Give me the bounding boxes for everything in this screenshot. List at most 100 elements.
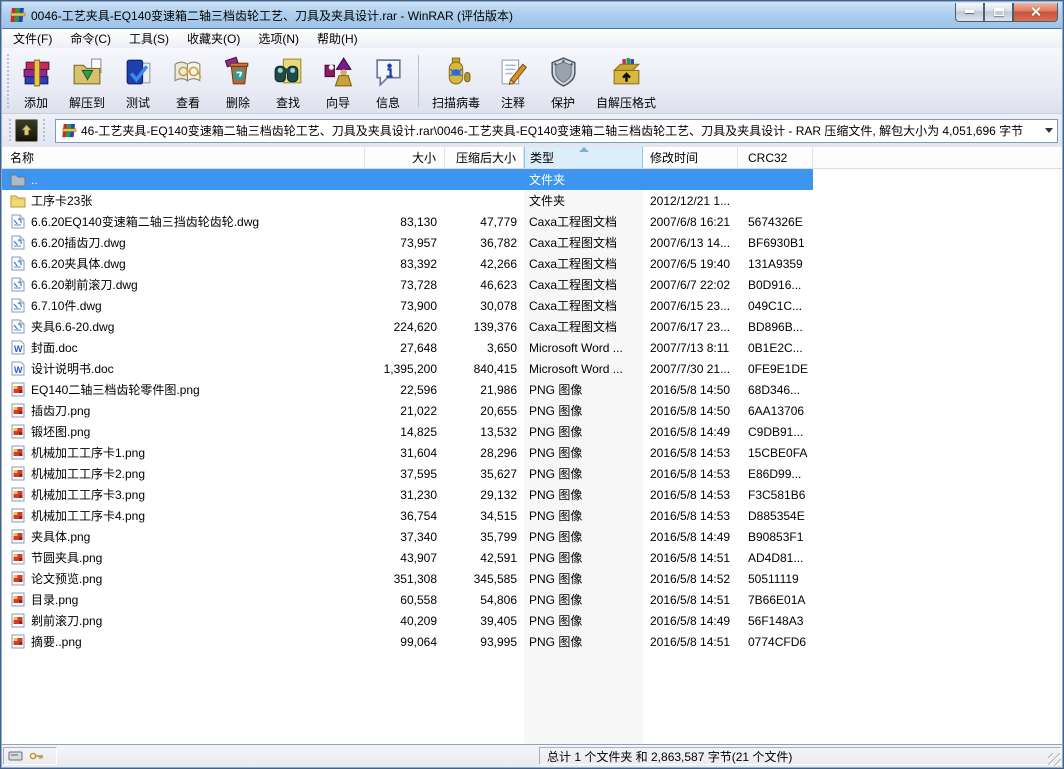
cell-crc: 5674326E — [738, 211, 813, 232]
cell-name: 目录.png — [2, 589, 365, 610]
type-text: PNG 图像 — [529, 593, 583, 607]
cell-name: 6.6.20剃前滚刀.dwg — [2, 274, 365, 295]
sfx-icon — [610, 56, 643, 92]
menu-item-2[interactable]: 命令(C) — [61, 28, 120, 49]
size-text: 43,907 — [400, 550, 437, 565]
table-row[interactable]: EQ140二轴三档齿轮零件图.png 22,596 21,986 PNG 图像 2016… — [2, 379, 813, 400]
column-header-label: 压缩后大小 — [455, 151, 516, 165]
cell-size — [365, 169, 445, 190]
modified-text: 2016/5/8 14:53 — [650, 466, 731, 481]
toolbar-button-9[interactable]: 扫描病毒 — [424, 51, 488, 114]
type-text: PNG 图像 — [529, 551, 583, 565]
cell-type: PNG 图像 — [524, 421, 643, 442]
menu-item-4[interactable]: 收藏夹(O) — [178, 28, 249, 49]
column-header-5[interactable]: 修改时间 — [643, 147, 738, 168]
title-bar[interactable]: 0046-工艺夹具-EQ140变速箱二轴三档齿轮工艺、刀具及夹具设计.rar -… — [2, 2, 1062, 29]
table-row[interactable]: .. 文件夹 — [2, 169, 813, 190]
toolbar-button-4[interactable]: 查看 — [163, 51, 213, 114]
column-header-3[interactable]: 压缩后大小 — [445, 147, 524, 168]
toolbar-button-6[interactable]: 查找 — [263, 51, 313, 114]
toolbar-button-1[interactable]: 添加 — [11, 51, 61, 114]
toolbar-button-2[interactable]: 解压到 — [61, 51, 113, 114]
cell-crc: 131A9359 — [738, 253, 813, 274]
toolbar-button-5[interactable]: 删除 — [213, 51, 263, 114]
table-row[interactable]: 节圆夹具.png 43,907 42,591 PNG 图像 2016/5/8 14:51… — [2, 547, 813, 568]
cell-type: PNG 图像 — [524, 400, 643, 421]
table-row[interactable]: 工序卡23张 文件夹 2012/12/21 1... — [2, 190, 813, 211]
toolbar-grip[interactable] — [5, 54, 10, 108]
column-header-row: 名称 大小 压缩后大小 类型 修改时间 CRC32 — [2, 147, 1062, 169]
toolbar-button-10[interactable]: 注释 — [488, 51, 538, 114]
table-row[interactable]: 论文预览.png 351,308 345,585 PNG 图像 2016/5/8 14:… — [2, 568, 813, 589]
address-grip2[interactable] — [41, 118, 46, 143]
disk-icon[interactable] — [8, 750, 23, 762]
archive-path-combobox[interactable]: 46-工艺夹具-EQ140变速箱二轴三档齿轮工艺、刀具及夹具设计.rar\004… — [55, 118, 1058, 143]
table-row[interactable]: 机械加工工序卡1.png 31,604 28,296 PNG 图像 2016/5/8 1… — [2, 442, 813, 463]
menu-item-1[interactable]: 文件(F) — [4, 28, 61, 49]
table-row[interactable]: 夹具6.6-20.dwg 224,620 139,376 Caxa工程图文档 2007/… — [2, 316, 813, 337]
table-row[interactable]: 摘要..png 99,064 93,995 PNG 图像 2016/5/8 14:51 0… — [2, 631, 813, 652]
cell-modified: 2012/12/21 1... — [643, 190, 738, 211]
resize-grip[interactable] — [1048, 753, 1061, 766]
packed-text: 21,986 — [480, 382, 517, 397]
toolbar-button-3[interactable]: 测试 — [113, 51, 163, 114]
menu-item-3[interactable]: 工具(S) — [120, 28, 178, 49]
modified-text: 2016/5/8 14:52 — [650, 571, 731, 586]
table-row[interactable]: W 封面.doc 27,648 3,650 Microsoft Word ... 2007… — [2, 337, 813, 358]
crc-text: 131A9359 — [748, 256, 803, 271]
up-one-level-button[interactable] — [15, 119, 38, 142]
cell-modified: 2016/5/8 14:49 — [643, 610, 738, 631]
close-button[interactable] — [1013, 2, 1058, 22]
table-row[interactable]: 6.6.20夹具体.dwg 83,392 42,266 Caxa工程图文档 2007/6… — [2, 253, 813, 274]
table-row[interactable]: 机械加工工序卡4.png 36,754 34,515 PNG 图像 2016/5/8 1… — [2, 505, 813, 526]
column-header-6[interactable]: CRC32 — [738, 147, 813, 168]
key-icon[interactable] — [29, 750, 45, 762]
cell-type: Microsoft Word ... — [524, 358, 643, 379]
table-row[interactable]: 机械加工工序卡2.png 37,595 35,627 PNG 图像 2016/5/8 1… — [2, 463, 813, 484]
cell-packed — [445, 190, 524, 211]
column-header-1[interactable]: 名称 — [2, 147, 365, 168]
cell-type: PNG 图像 — [524, 547, 643, 568]
table-row[interactable]: 6.6.20剃前滚刀.dwg 73,728 46,623 Caxa工程图文档 2007/… — [2, 274, 813, 295]
cell-type: Microsoft Word ... — [524, 337, 643, 358]
cell-name: 夹具体.png — [2, 526, 365, 547]
menu-item-6[interactable]: 帮助(H) — [308, 28, 367, 49]
cell-size: 40,209 — [365, 610, 445, 631]
minimize-button[interactable] — [955, 2, 984, 22]
size-text: 40,209 — [400, 613, 437, 628]
toolbar-button-8[interactable]: 信息 — [363, 51, 413, 114]
size-text: 351,308 — [393, 571, 437, 586]
maximize-button[interactable] — [984, 2, 1013, 22]
table-row[interactable]: 6.7.10件.dwg 73,900 30,078 Caxa工程图文档 2007/6/1… — [2, 295, 813, 316]
virus-scan-icon — [440, 56, 473, 92]
menu-bar: 文件(F) 命令(C) 工具(S) 收藏夹(O) 选项(N) 帮助(H) — [2, 29, 1062, 48]
chevron-down-icon[interactable] — [1041, 120, 1057, 142]
name-text: 6.7.10件.dwg — [31, 299, 102, 313]
svg-text:W: W — [14, 344, 23, 354]
table-row[interactable]: 锻坯图.png 14,825 13,532 PNG 图像 2016/5/8 14:49 C… — [2, 421, 813, 442]
cell-size: 224,620 — [365, 316, 445, 337]
png-file-icon — [10, 529, 26, 544]
table-row[interactable]: 剃前滚刀.png 40,209 39,405 PNG 图像 2016/5/8 14:49… — [2, 610, 813, 631]
table-row[interactable]: 6.6.20EQ140变速箱二轴三挡齿轮齿轮.dwg 83,130 47,779 Ca… — [2, 211, 813, 232]
toolbar-button-12[interactable]: 自解压格式 — [588, 51, 664, 114]
cell-size: 73,957 — [365, 232, 445, 253]
table-row[interactable]: 插齿刀.png 21,022 20,655 PNG 图像 2016/5/8 14:50 6… — [2, 400, 813, 421]
table-row[interactable]: 夹具体.png 37,340 35,799 PNG 图像 2016/5/8 14:49 B… — [2, 526, 813, 547]
type-text: Microsoft Word ... — [529, 340, 623, 355]
column-header-2[interactable]: 大小 — [365, 147, 445, 168]
cell-type: Caxa工程图文档 — [524, 211, 643, 232]
find-icon — [272, 56, 305, 92]
table-row[interactable]: 6.6.20插齿刀.dwg 73,957 36,782 Caxa工程图文档 2007/6… — [2, 232, 813, 253]
comment-icon — [497, 56, 530, 92]
modified-text: 2016/5/8 14:49 — [650, 529, 731, 544]
address-grip[interactable] — [7, 118, 12, 143]
table-row[interactable]: 机械加工工序卡3.png 31,230 29,132 PNG 图像 2016/5/8 1… — [2, 484, 813, 505]
crc-text: 0FE9E1DE — [748, 361, 809, 376]
toolbar-button-11[interactable]: 保护 — [538, 51, 588, 114]
toolbar-button-7[interactable]: 向导 — [313, 51, 363, 114]
table-row[interactable]: 目录.png 60,558 54,806 PNG 图像 2016/5/8 14:51 7B… — [2, 589, 813, 610]
menu-item-5[interactable]: 选项(N) — [249, 28, 308, 49]
column-header-4[interactable]: 类型 — [524, 147, 643, 168]
table-row[interactable]: W 设计说明书.doc 1,395,200 840,415 Microsoft Word… — [2, 358, 813, 379]
